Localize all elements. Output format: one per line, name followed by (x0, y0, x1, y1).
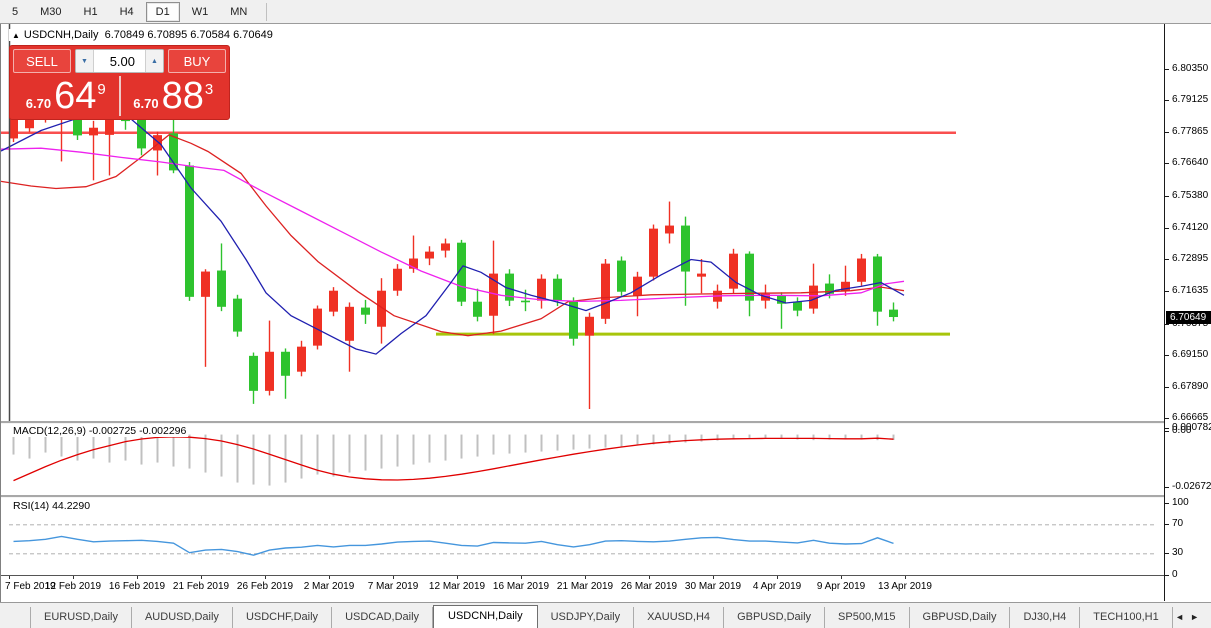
chart-tab-bar: EURUSD,Daily AUDUSD,Daily USDCHF,Daily USDC… (0, 602, 1211, 628)
date-tick (521, 576, 522, 579)
collapse-triangle-icon[interactable]: ▲ (12, 31, 20, 40)
toolbar-separator (266, 2, 268, 21)
chart-tab-GBPUSD-Daily[interactable]: GBPUSD,Daily (910, 607, 1011, 628)
price-axis-label: 6.75380 (1165, 190, 1208, 201)
pane-divider[interactable] (1, 421, 1211, 424)
buy-price-pip: 3 (204, 81, 214, 98)
price-axis-label: 6.72895 (1165, 253, 1208, 264)
chart-symbol-label: USDCNH,Daily (23, 29, 99, 41)
volume-input[interactable]: 5.00 (94, 50, 145, 72)
date-tick (585, 576, 586, 579)
timeframe-button-W1[interactable]: W1 (182, 2, 219, 22)
rsi-indicator-label: RSI(14) 44.2290 (11, 500, 93, 512)
chart-tab-SP500-M15[interactable]: SP500,M15 (825, 607, 910, 628)
tab-scroll-left-icon[interactable]: ◄ (1175, 612, 1190, 622)
date-label: 12 Feb 2019 (44, 581, 102, 592)
price-axis-label: 6.76640 (1165, 157, 1208, 168)
date-tick (201, 576, 202, 579)
date-label: 12 Mar 2019 (428, 581, 486, 592)
macd-axis-bottom-label: -0.026721 (1165, 481, 1211, 492)
date-label: 26 Mar 2019 (620, 581, 678, 592)
price-axis-label: 6.74120 (1165, 222, 1208, 233)
price-axis-label: 6.66665 (1165, 412, 1208, 423)
date-label: 4 Apr 2019 (752, 581, 802, 592)
chart-tab-USDCNH-Daily[interactable]: USDCNH,Daily (433, 605, 538, 628)
date-tick (457, 576, 458, 579)
date-label: 16 Feb 2019 (108, 581, 166, 592)
sell-button[interactable]: SELL (13, 49, 71, 73)
price-axis-label: 6.80350 (1165, 63, 1208, 74)
chart-tab-AUDUSD-Daily[interactable]: AUDUSD,Daily (132, 607, 233, 628)
chart-tab-EURUSD-Daily[interactable]: EURUSD,Daily (30, 607, 132, 628)
chart-tab-USDCAD-Daily[interactable]: USDCAD,Daily (332, 607, 434, 628)
buy-price-prefix: 6.70 (133, 96, 159, 111)
macd-indicator-label: MACD(12,26,9) -0.002725 -0.002296 (11, 425, 189, 437)
buy-price-big: 88 (161, 75, 204, 117)
rsi-axis-label: 70 (1165, 518, 1183, 529)
date-tick (9, 576, 10, 579)
date-tick (841, 576, 842, 579)
date-label: 30 Mar 2019 (684, 581, 742, 592)
buy-price[interactable]: 6.70 88 3 (118, 75, 227, 117)
sell-price[interactable]: 6.70 64 9 (13, 76, 119, 116)
price-axis-label: 6.77865 (1165, 126, 1208, 137)
price-axis-label: 6.67890 (1165, 381, 1208, 392)
volume-spinner: ▼ 5.00 ▲ (75, 49, 164, 73)
buy-button[interactable]: BUY (168, 49, 226, 73)
chart-tab-TECH100-H1[interactable]: TECH100,H1 (1080, 607, 1173, 628)
date-tick (393, 576, 394, 579)
date-label: 21 Feb 2019 (172, 581, 230, 592)
pane-divider[interactable] (1, 495, 1211, 498)
chart-tab-XAUUSD-H4[interactable]: XAUUSD,H4 (634, 607, 725, 628)
price-axis-label: 6.71635 (1165, 285, 1208, 296)
date-tick (713, 576, 714, 579)
date-tick (777, 576, 778, 579)
date-tick (73, 576, 74, 579)
date-tick (265, 576, 266, 579)
chart-tab-USDJPY-Daily[interactable]: USDJPY,Daily (538, 607, 635, 628)
chart-area: ▲ USDCNH,Daily 6.70849 6.70895 6.70584 6.… (0, 24, 1211, 603)
sell-price-pip: 9 (97, 81, 106, 98)
volume-decrease-icon[interactable]: ▼ (76, 50, 94, 72)
date-label: 16 Mar 2019 (492, 581, 550, 592)
sell-price-big: 64 (54, 75, 97, 117)
timeframe-button-M30[interactable]: M30 (30, 2, 71, 22)
tab-scroll-arrows: ◄► (1175, 612, 1205, 622)
timeframe-button-5[interactable]: 5 (2, 2, 28, 22)
date-tick (137, 576, 138, 579)
current-price-tag: 6.70649 (1166, 311, 1211, 324)
date-label: 21 Mar 2019 (556, 581, 614, 592)
macd-axis-zero-label: 0.00 (1165, 425, 1191, 436)
date-label: 13 Apr 2019 (878, 581, 932, 592)
rsi-axis-label: 0 (1165, 569, 1178, 580)
date-label: 2 Mar 2019 (303, 581, 355, 592)
tab-scroll-right-icon[interactable]: ► (1190, 612, 1205, 622)
date-axis[interactable]: 7 Feb 2019 12 Feb 2019 16 Feb 2019 21 Feb 2… (1, 575, 1164, 603)
sell-price-prefix: 6.70 (25, 96, 52, 111)
one-click-trading-panel: SELL ▼ 5.00 ▲ BUY 6.70 64 9 6.70 88 3 (9, 45, 230, 120)
date-tick (649, 576, 650, 579)
date-label: 7 Mar 2019 (367, 581, 419, 592)
volume-increase-icon[interactable]: ▲ (145, 50, 163, 72)
price-axis-label: 6.69150 (1165, 349, 1208, 360)
date-label: 26 Feb 2019 (236, 581, 294, 592)
timeframe-button-D1[interactable]: D1 (145, 1, 180, 22)
rsi-axis-label: 30 (1165, 547, 1183, 558)
rsi-axis-label: 100 (1165, 497, 1189, 508)
trading-platform-window: 5 M30 H1 H4 D1 W1 MN ▲ USDCNH,Daily 6.70849 6.7… (0, 0, 1211, 628)
date-tick (905, 576, 906, 579)
date-label: 9 Apr 2019 (816, 581, 866, 592)
chart-tab-USDCHF-Daily[interactable]: USDCHF,Daily (233, 607, 333, 628)
date-tick (329, 576, 330, 579)
chart-tab-DJ30-H4[interactable]: DJ30,H4 (1010, 607, 1081, 628)
timeframe-button-H1[interactable]: H1 (74, 2, 108, 22)
timeframe-button-MN[interactable]: MN (220, 2, 257, 22)
chart-ohlc-values: 6.70849 6.70895 6.70584 6.70649 (104, 29, 273, 41)
chart-title: ▲ USDCNH,Daily 6.70849 6.70895 6.70584 6.… (9, 29, 276, 41)
timeframe-button-H4[interactable]: H4 (110, 2, 144, 22)
price-axis[interactable]: 6.70649 0.000782 0.00 -0.026721 6.803506… (1164, 24, 1211, 601)
chart-tab-GBPUSD-Daily[interactable]: GBPUSD,Daily (724, 607, 826, 628)
timeframe-toolbar: 5 M30 H1 H4 D1 W1 MN (0, 0, 1211, 24)
price-axis-label: 6.79125 (1165, 94, 1208, 105)
